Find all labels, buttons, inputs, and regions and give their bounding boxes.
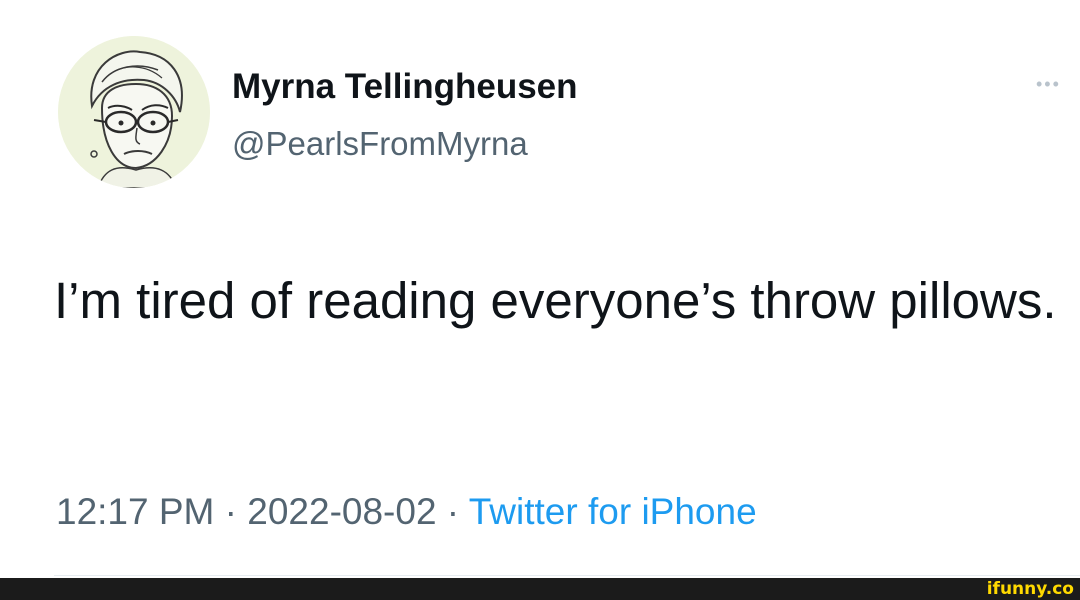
more-options-icon[interactable]: ••• xyxy=(1036,74,1076,94)
user-handle[interactable]: @PearlsFromMyrna xyxy=(232,124,528,164)
ifunny-watermark-logo: ifunny.co xyxy=(986,579,1074,599)
meta-separator: · xyxy=(436,491,469,532)
meta-separator: · xyxy=(214,491,248,532)
display-name[interactable]: Myrna Tellingheusen xyxy=(232,66,578,108)
tweet-time[interactable]: 12:17 PM xyxy=(56,491,214,532)
tweet-text: I’m tired of reading everyone’s throw pi… xyxy=(54,272,1057,329)
avatar[interactable] xyxy=(58,36,210,188)
avatar-portrait-image xyxy=(58,36,210,188)
divider xyxy=(54,575,1080,576)
tweet-card: Myrna Tellingheusen @PearlsFromMyrna •••… xyxy=(0,0,1080,600)
watermark-bar: ifunny.co xyxy=(0,578,1080,600)
tweet-source-link[interactable]: Twitter for iPhone xyxy=(469,491,757,532)
tweet-metadata: 12:17 PM · 2022-08-02 · Twitter for iPho… xyxy=(56,490,757,534)
tweet-date[interactable]: 2022-08-02 xyxy=(247,491,436,532)
